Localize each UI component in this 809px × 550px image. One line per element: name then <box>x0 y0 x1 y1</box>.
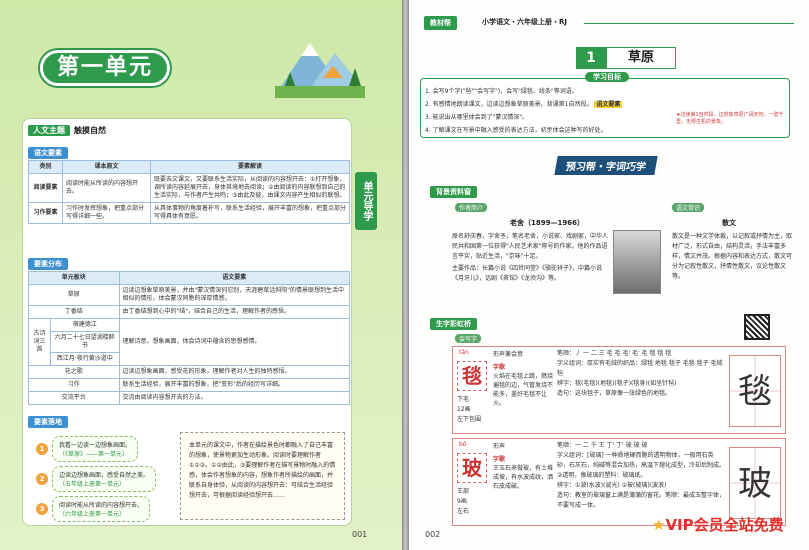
table-header: 要素解读 <box>150 160 350 174</box>
char-tag: 会写字 <box>455 334 482 343</box>
objectives-head: 学习目标 <box>585 72 629 82</box>
table-row: 阅读要素 阅读时能从所读的内容想开去。 既要去文课文，又要联系生活实际，从阅读的… <box>28 173 350 203</box>
char-section-head: 生字彩虹桥 <box>430 318 477 330</box>
prose-tag: 语文常识 <box>672 203 705 212</box>
char-practice-grid: 玻 <box>729 447 781 519</box>
side-tab-unit-guide[interactable]: 单元导学 <box>355 172 377 230</box>
section-head-requirements: 语文要素 <box>28 147 68 159</box>
star-icon: ★ <box>652 516 666 534</box>
prep-section-title: 预习帮・字词巧学 <box>554 156 658 175</box>
objective-item: 1. 会写9个字("毡""会写字")，会写"绿毯、线条"等词语。 <box>425 88 578 95</box>
author-name: 老舍（1899—1966） <box>510 219 584 227</box>
objective-item: 3. 能说出从哪里体会到了"蒙汉情深"。 <box>425 114 529 121</box>
section-head-steps: 要素落地 <box>28 416 68 428</box>
table-row: 古诗词三首 宿建德江 理解诗意，想象画面，体会诗词中蕴含的思想感情。 <box>28 318 351 366</box>
page-header: 教材帮 小学语文・六年级上册・RJ <box>424 16 804 30</box>
step-item: 1 我看一边读一边想象画面。 （《草原》——第一单元） <box>36 436 139 462</box>
char-card: tǎn 毯 下毛 12画 左下包围 形声兼会意 字歌 火焰在毛毯上跳，燃烧遍毯的边，气… <box>452 346 786 434</box>
objective-note: ★边读第1自然段，边想象草原广阔天地，一碧千里，无限生机的景象。 <box>676 112 784 125</box>
objective-item: 4. 了解课文在写景中融入感受的表达方法，初步体会这种写的好处。 <box>425 127 607 134</box>
vip-watermark[interactable]: ★VIP会员全站免费 <box>652 514 784 535</box>
qr-code-icon[interactable] <box>744 314 770 340</box>
step-item: 3 阅读时能从所读的内容想开去。 （六年级上册第一单元） <box>36 496 151 522</box>
distribution-table: 单元板块 语文要素 草原 边读边想象草原美景，并由"蒙汉情深何忍别，天涯碧草话斜… <box>28 271 351 405</box>
requirements-table: 类别 课本原文 要素解读 阅读要素 阅读时能从所读的内容想开去。 既要去文课文，… <box>28 160 350 224</box>
page-number: 002 <box>425 530 441 539</box>
table-header: 语文要素 <box>118 271 351 285</box>
unit-title: 第一单元 <box>40 50 170 86</box>
table-header: 单元板块 <box>28 271 120 285</box>
prose-title: 散文 <box>722 219 736 227</box>
author-tag: 作者简介 <box>455 203 488 212</box>
table-header: 类别 <box>28 160 63 174</box>
lesson-number: 1 <box>576 47 606 69</box>
background-head: 背景资料窗 <box>430 186 477 198</box>
mountain-decoration-icon <box>275 43 365 98</box>
theme-tag: 人文主题 <box>28 125 70 136</box>
book-gutter <box>402 0 409 550</box>
objective-highlight: 语文要素 <box>594 101 623 108</box>
guide-note: 本单元的课文中，作者在描绘景色时都融入了自己丰富的想象，使景物更加生动形象。阅读… <box>180 432 345 520</box>
prose-text: 散文是一种文学体裁，以记叙或抒情为主，取材广泛，形式自由，结构灵活，手法丰富多样… <box>672 233 793 280</box>
table-row: 花之歌 边读边想象画面，感受花的形象，理解作者对人生的独特感悟。 <box>28 365 351 379</box>
section-head-distribution: 要素分布 <box>28 258 68 270</box>
page-number: 001 <box>352 530 368 539</box>
table-row: 习作 联系生活经验，展开丰富的想象，把"变形"后的经历写详细。 <box>28 378 351 392</box>
table-row: 丁香结 由丁香结想到心中的"结"，结合自己的生活，理解作者的感悟。 <box>28 305 351 319</box>
objective-item: 2. 有感情地朗读课文，边读边想象草原美景。背诵第1自然段。 语文要素 <box>425 101 623 108</box>
char-card: bō 玻 王部 9画 左右 形声 字歌 王玉石来做玻，有土堆成坡，有水波成纹，洒石皮成… <box>452 438 786 526</box>
step-item: 2 边读边想象画面，感受自然之美。 （五年级上册第一单元） <box>36 466 157 492</box>
theme-row: 人文主题 触摸自然 <box>28 125 106 136</box>
author-photo <box>613 230 661 294</box>
char-glyph: 毯 <box>457 361 487 391</box>
left-page: 第一单元 人文主题 触摸自然 单元导学 语文要素 类别 课本原文 要素解读 阅读要… <box>0 0 402 550</box>
theme-value: 触摸自然 <box>74 126 106 135</box>
table-row: 习作要素 习作时发挥想象，把重点部分写得详细一些。 从具体事物的角度着补写，联系… <box>28 202 350 224</box>
lesson-title: 草原 <box>606 47 676 69</box>
char-practice-grid: 毯 <box>729 355 781 427</box>
char-glyph: 玻 <box>457 453 487 483</box>
table-row: 草原 边读边想象草原美景，并由"蒙汉情深何忍别，天涯碧草话斜阳"的情景联想到生活… <box>28 284 351 306</box>
header-divider <box>584 23 794 24</box>
header-logo: 教材帮 <box>424 16 457 30</box>
header-title: 小学语文・六年级上册・RJ <box>482 18 567 26</box>
table-row: 交流平台 交流由阅读内容想开去的方法。 <box>28 391 351 405</box>
author-text: 原名舒庆春，字舍予，笔名老舍，小说家、戏剧家，中华人民共和国第一位获得"人民艺术… <box>452 233 609 282</box>
table-header: 课本原文 <box>62 160 151 174</box>
